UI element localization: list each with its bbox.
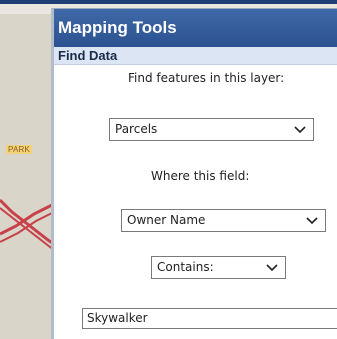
page: PARK Mapping Tools Find Data Find featur… <box>0 0 337 339</box>
panel-title: Mapping Tools <box>54 9 337 47</box>
mapping-tools-panel: Mapping Tools Find Data Find features in… <box>51 8 337 339</box>
find-data-section-header[interactable]: Find Data <box>54 47 337 65</box>
operator-select[interactable]: Contains: <box>151 256 286 279</box>
chevron-down-icon <box>294 126 306 134</box>
search-value-input[interactable]: Skywalker <box>82 308 337 329</box>
field-select[interactable]: Owner Name <box>121 209 326 232</box>
layer-prompt-label: Find features in this layer: <box>128 71 285 85</box>
map-park-label: PARK <box>6 145 32 154</box>
chevron-down-icon <box>266 264 278 272</box>
chevron-down-icon <box>306 217 318 225</box>
field-select-value: Owner Name <box>127 213 206 227</box>
layer-select-value: Parcels <box>115 122 158 136</box>
layer-select[interactable]: Parcels <box>109 118 314 141</box>
field-prompt-label: Where this field: <box>151 169 250 183</box>
operator-select-value: Contains: <box>157 260 214 274</box>
